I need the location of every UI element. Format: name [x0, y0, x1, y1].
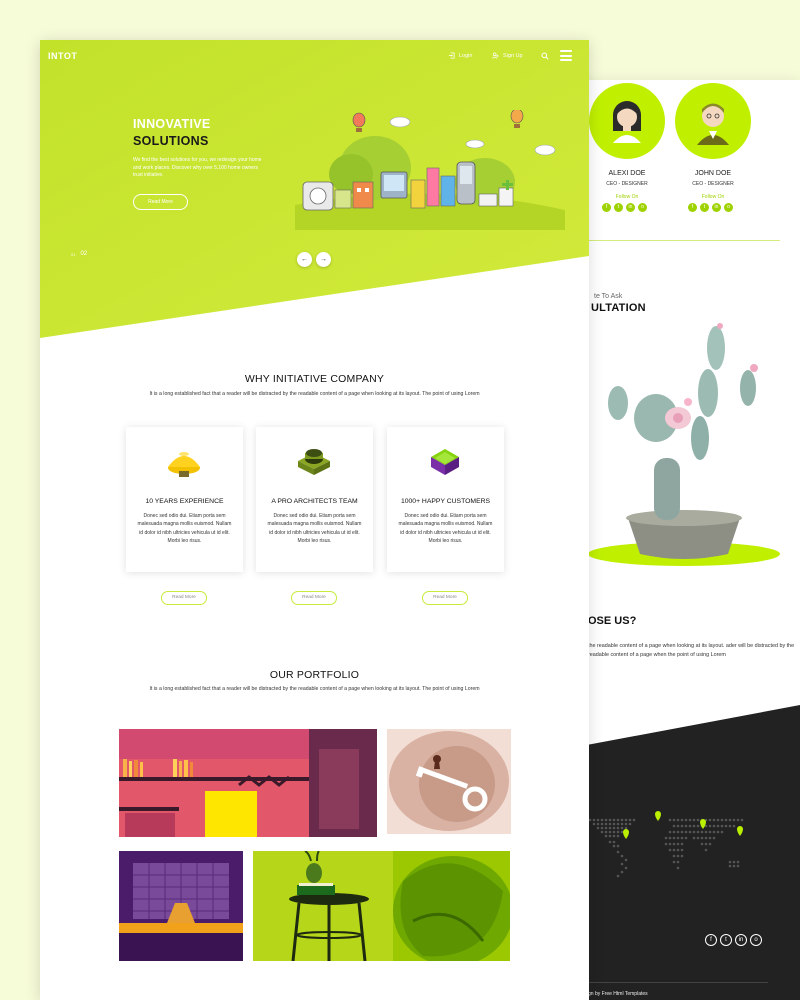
portfolio-section-subtitle: It is a long established fact that a rea…	[149, 686, 480, 692]
footer-divider	[588, 982, 768, 983]
instagram-icon[interactable]: o	[724, 203, 733, 212]
team-follow-label: Follow On	[615, 194, 639, 200]
team-name: ALEXI DOE	[608, 170, 646, 177]
linkedin-icon[interactable]: in	[712, 203, 721, 212]
hero-description: We find the best solutions for you, we r…	[133, 157, 262, 179]
hamburger-menu-icon[interactable]	[560, 50, 572, 61]
linkedin-icon[interactable]: in	[626, 203, 635, 212]
arrow-left-icon[interactable]: ←	[297, 252, 312, 267]
read-more-button[interactable]: Read More	[422, 591, 468, 605]
consultation-heading: ULTATION	[591, 302, 646, 314]
search-icon[interactable]	[541, 52, 549, 60]
town-illustration	[295, 110, 565, 230]
card-title: 1000+ HAPPY CUSTOMERS	[400, 498, 491, 505]
facebook-icon[interactable]: f	[602, 203, 611, 212]
twitter-icon[interactable]: t	[720, 934, 732, 946]
team-role: CEO - DESIGNER	[606, 181, 648, 187]
slide-counter: 01 02	[71, 251, 87, 257]
green-table-image[interactable]	[253, 851, 510, 961]
login-label: Login	[459, 52, 473, 59]
team-name: JOHN DOE	[694, 170, 732, 177]
website-mockup: INTOT Login Sign Up INNOVATIVE SOLUTIONS…	[40, 40, 589, 1000]
arrow-right-icon[interactable]: →	[316, 252, 331, 267]
team-social-links: f t in o	[602, 203, 647, 212]
choose-us-text: the readable content of a page when look…	[588, 643, 795, 658]
facebook-icon[interactable]: f	[688, 203, 697, 212]
login-link[interactable]: Login	[448, 52, 472, 59]
purple-box-icon	[431, 449, 459, 475]
hero-title-line1: INNOVATIVE	[133, 117, 211, 131]
twitter-icon[interactable]: t	[700, 203, 709, 212]
login-icon	[448, 52, 455, 59]
linkedin-icon[interactable]: in	[735, 934, 747, 946]
read-more-button[interactable]: Read More	[291, 591, 337, 605]
facebook-icon[interactable]: f	[705, 934, 717, 946]
card-title: A PRO ARCHITECTS TEAM	[271, 498, 358, 505]
feature-card: A PRO ARCHITECTS TEAM Donec sed odio dui…	[256, 427, 373, 572]
feature-card: 1000+ HAPPY CUSTOMERS Donec sed odio dui…	[387, 427, 504, 572]
footer-social-links: f t in o	[705, 934, 762, 946]
hero-read-more-button[interactable]: Read More	[133, 194, 188, 210]
card-text: Donec sed odio dui. Etiam porta sem male…	[267, 513, 362, 545]
choose-us-heading: OSE US?	[588, 615, 637, 627]
why-section-subtitle: It is a long established fact that a rea…	[149, 391, 480, 397]
consultation-subtitle: te To Ask	[594, 293, 623, 300]
signup-label: Sign Up	[503, 52, 523, 59]
why-section-title: WHY INITIATIVE COMPANY	[244, 373, 385, 385]
team-avatar-john	[675, 83, 751, 159]
key-keyhole-image[interactable]	[387, 729, 511, 834]
team-avatar-alexi	[589, 83, 665, 159]
purple-room-image[interactable]	[119, 851, 243, 961]
instagram-icon[interactable]: o	[750, 934, 762, 946]
green-well-icon	[298, 449, 330, 475]
user-plus-icon	[492, 52, 499, 59]
slide-current: 01	[71, 251, 76, 257]
team-role: CEO - DESIGNER	[692, 181, 734, 187]
card-text: Donec sed odio dui. Etiam porta sem male…	[398, 513, 493, 545]
yellow-cone-icon	[168, 452, 200, 477]
team-follow-label: Follow On	[701, 194, 725, 200]
read-more-button[interactable]: Read More	[161, 591, 207, 605]
hero-title-line2: SOLUTIONS	[133, 134, 209, 148]
team-social-links: f t in o	[688, 203, 733, 212]
slide-total: 02	[80, 251, 88, 257]
background-page-preview: ALEXI DOE CEO - DESIGNER Follow On f t i…	[560, 80, 800, 1000]
instagram-icon[interactable]: o	[638, 203, 647, 212]
divider	[588, 240, 780, 241]
cactus-illustration	[588, 323, 780, 566]
card-text: Donec sed odio dui. Etiam porta sem male…	[137, 513, 232, 545]
signup-link[interactable]: Sign Up	[492, 52, 523, 59]
site-logo[interactable]: INTOT	[48, 51, 77, 61]
footer-credit: gn by Free Html Templates	[588, 991, 648, 997]
bookshelf-room-image[interactable]	[119, 729, 377, 837]
card-title: 10 YEARS EXPERIENCE	[145, 498, 224, 505]
footer-dark-section	[560, 705, 800, 1000]
twitter-icon[interactable]: t	[614, 203, 623, 212]
feature-card: 10 YEARS EXPERIENCE Donec sed odio dui. …	[126, 427, 243, 572]
portfolio-section-title: OUR PORTFOLIO	[269, 669, 360, 681]
